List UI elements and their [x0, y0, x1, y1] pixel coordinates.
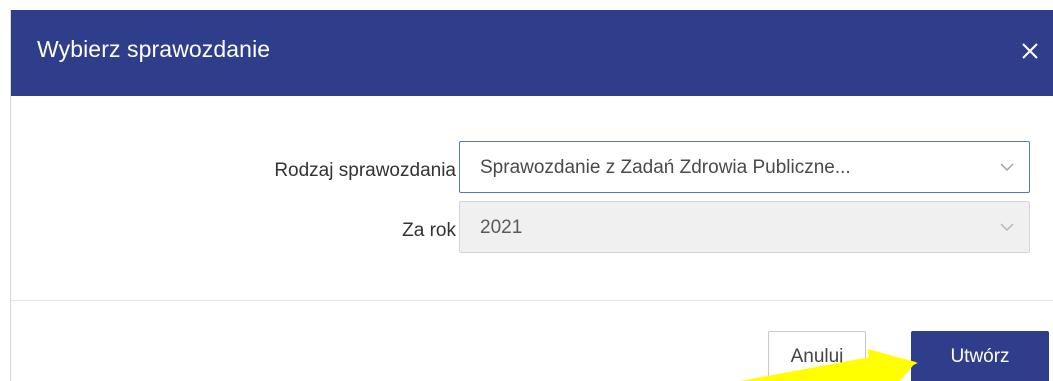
report-type-label: Rodzaj sprawozdania — [274, 160, 456, 181]
dialog-title: Wybierz sprawozdanie — [37, 36, 271, 62]
report-type-value: Sprawozdanie z Zadań Zdrowia Publiczne..… — [480, 157, 851, 178]
cancel-button[interactable]: Anuluj — [768, 331, 866, 381]
year-value: 2021 — [480, 217, 523, 238]
dialog-header: Wybierz sprawozdanie — [11, 10, 1053, 96]
select-report-dialog: Wybierz sprawozdanie Rodzaj sprawozdania… — [10, 10, 1053, 381]
top-strip — [0, 0, 1053, 10]
chevron-down-icon — [1000, 163, 1014, 171]
close-icon — [1022, 43, 1038, 59]
create-button[interactable]: Utwórz — [911, 331, 1049, 381]
year-label: Za rok — [402, 220, 456, 241]
chevron-down-icon — [1000, 223, 1014, 231]
dialog-footer: Anuluj Utwórz — [11, 301, 1053, 381]
page: Wybierz sprawozdanie Rodzaj sprawozdania… — [0, 0, 1053, 381]
year-select[interactable]: 2021 — [459, 201, 1030, 253]
report-type-select[interactable]: Sprawozdanie z Zadań Zdrowia Publiczne..… — [459, 141, 1030, 193]
dialog-body: Rodzaj sprawozdania Sprawozdanie z Zadań… — [11, 96, 1053, 301]
close-button[interactable] — [1012, 33, 1048, 69]
